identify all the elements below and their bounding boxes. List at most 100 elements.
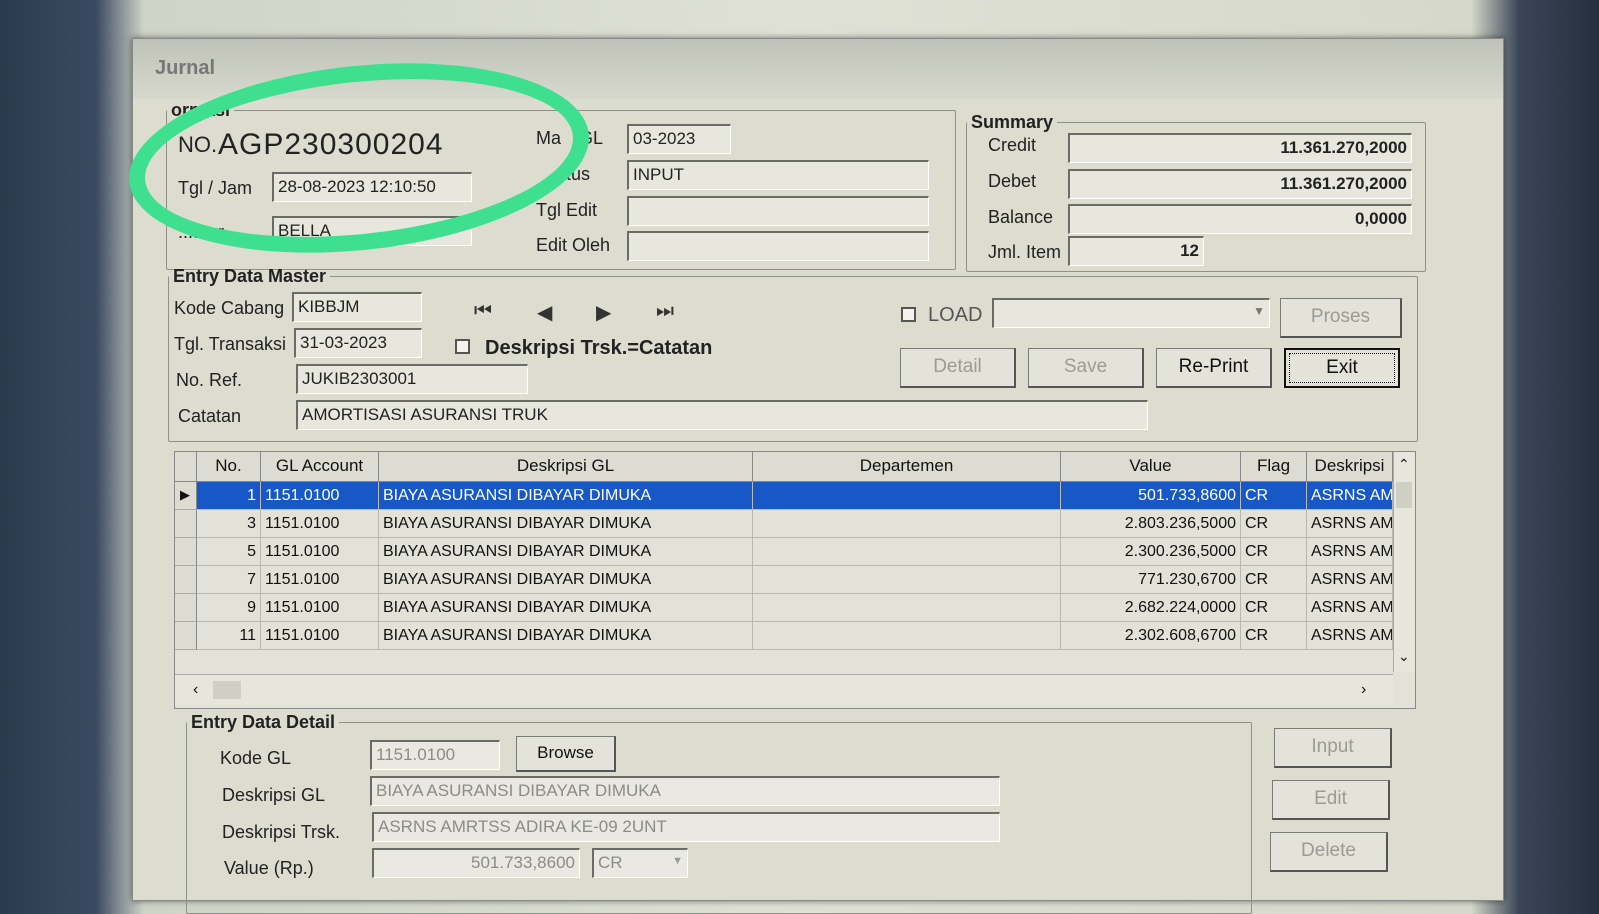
cell-flag[interactable]: CR (1241, 538, 1307, 566)
save-button[interactable]: Save (1028, 348, 1144, 388)
cell-no[interactable]: 5 (197, 538, 261, 566)
edit-button[interactable]: Edit (1272, 780, 1390, 820)
cell-no[interactable]: 9 (197, 594, 261, 622)
kode-cabang-field[interactable]: KIBBJM (292, 292, 422, 322)
exit-button[interactable]: Exit (1284, 348, 1400, 388)
col-header-no[interactable]: No. (197, 452, 261, 482)
next-record-icon[interactable]: ▶ (596, 300, 611, 325)
vertical-scrollbar[interactable]: ⌃ ⌄ (1393, 452, 1415, 672)
no-ref-field[interactable]: JUKIB2303001 (296, 364, 528, 394)
cell-value[interactable]: 2.300.236,5000 (1061, 538, 1241, 566)
cell-value[interactable]: 2.803.236,5000 (1061, 510, 1241, 538)
row-indicator[interactable]: ▶ (175, 482, 197, 510)
edit-oleh-field[interactable] (627, 231, 929, 261)
cell-deskripsi[interactable]: ASRNS AM (1307, 594, 1393, 622)
load-select[interactable]: ▼ (992, 298, 1270, 328)
first-record-icon[interactable]: ⏮ (474, 300, 492, 323)
scroll-down-icon[interactable]: ⌄ (1398, 648, 1410, 665)
cell-deskripsi[interactable]: ASRNS AM (1307, 538, 1393, 566)
cell-flag[interactable]: CR (1241, 622, 1307, 650)
tgl-transaksi-field[interactable]: 31-03-2023 (294, 328, 422, 358)
cell-gl[interactable]: 1151.0100 (261, 482, 379, 510)
row-indicator[interactable] (175, 594, 197, 622)
cell-value[interactable]: 2.302.608,6700 (1061, 622, 1241, 650)
table-row[interactable]: 11 1151.0100 BIAYA ASURANSI DIBAYAR DIMUKA… (175, 622, 1393, 650)
cell-desk[interactable]: BIAYA ASURANSI DIBAYAR DIMUKA (379, 538, 753, 566)
vertical-scroll-thumb[interactable] (1396, 482, 1412, 508)
cell-deskripsi[interactable]: ASRNS AM (1307, 482, 1393, 510)
debet-field[interactable]: 11.361.270,2000 (1068, 169, 1412, 199)
cell-value[interactable]: 501.733,8600 (1061, 482, 1241, 510)
input-button[interactable]: Input (1274, 728, 1392, 768)
cell-no[interactable]: 11 (197, 622, 261, 650)
cell-no[interactable]: 7 (197, 566, 261, 594)
cell-flag[interactable]: CR (1241, 594, 1307, 622)
load-checkbox[interactable] (901, 307, 916, 322)
cell-dept[interactable] (753, 594, 1061, 622)
row-indicator[interactable] (175, 566, 197, 594)
row-indicator[interactable] (175, 622, 197, 650)
col-header-deskripsi-gl[interactable]: Deskripsi GL (379, 452, 753, 482)
scroll-right-icon[interactable]: › (1361, 681, 1366, 699)
table-row[interactable]: 3 1151.0100 BIAYA ASURANSI DIBAYAR DIMUKA 2… (175, 510, 1393, 538)
cell-dept[interactable] (753, 566, 1061, 594)
deskripsi-catatan-checkbox[interactable] (455, 339, 470, 354)
catatan-field[interactable]: AMORTISASI ASURANSI TRUK (296, 400, 1148, 430)
cell-deskripsi[interactable]: ASRNS AM (1307, 510, 1393, 538)
col-header-flag[interactable]: Flag (1241, 452, 1307, 482)
col-header-gl-account[interactable]: GL Account (261, 452, 379, 482)
cell-dept[interactable] (753, 510, 1061, 538)
prev-record-icon[interactable]: ◀ (537, 300, 552, 325)
cell-no[interactable]: 3 (197, 510, 261, 538)
cell-desk[interactable]: BIAYA ASURANSI DIBAYAR DIMUKA (379, 622, 753, 650)
scroll-left-icon[interactable]: ‹ (193, 681, 198, 699)
reprint-button[interactable]: Re-Print (1156, 348, 1272, 388)
delete-button[interactable]: Delete (1270, 832, 1388, 872)
value-field[interactable]: 501.733,8600 (372, 848, 580, 878)
cell-flag[interactable]: CR (1241, 566, 1307, 594)
deskripsi-gl-field[interactable]: BIAYA ASURANSI DIBAYAR DIMUKA (370, 776, 1000, 806)
col-header-departemen[interactable]: Departemen (753, 452, 1061, 482)
masa-gl-field[interactable]: 03-2023 (627, 124, 731, 154)
deskripsi-trsk-field[interactable]: ASRNS AMRTSS ADIRA KE-09 2UNT (372, 812, 1000, 842)
table-row[interactable]: 9 1151.0100 BIAYA ASURANSI DIBAYAR DIMUKA 2… (175, 594, 1393, 622)
journal-grid[interactable]: No. GL Account Deskripsi GL Departemen V… (174, 451, 1416, 709)
status-field[interactable]: INPUT (627, 160, 929, 190)
scroll-up-icon[interactable]: ⌃ (1398, 456, 1410, 473)
cell-gl[interactable]: 1151.0100 (261, 566, 379, 594)
horizontal-scrollbar[interactable]: ‹ › (175, 674, 1393, 705)
cell-gl[interactable]: 1151.0100 (261, 622, 379, 650)
cell-gl[interactable]: 1151.0100 (261, 594, 379, 622)
table-row[interactable]: ▶ 1 1151.0100 BIAYA ASURANSI DIBAYAR DIMUKA… (175, 482, 1393, 510)
cell-desk[interactable]: BIAYA ASURANSI DIBAYAR DIMUKA (379, 566, 753, 594)
proses-button[interactable]: Proses (1280, 298, 1402, 338)
horizontal-scroll-thumb[interactable] (213, 681, 241, 699)
detail-button[interactable]: Detail (900, 348, 1016, 388)
tgl-edit-field[interactable] (627, 196, 929, 226)
flag-select[interactable]: CR ▼ (592, 848, 688, 878)
row-indicator[interactable] (175, 538, 197, 566)
browse-button[interactable]: Browse (516, 736, 616, 772)
cell-desk[interactable]: BIAYA ASURANSI DIBAYAR DIMUKA (379, 594, 753, 622)
row-indicator[interactable] (175, 510, 197, 538)
cell-no[interactable]: 1 (197, 482, 261, 510)
balance-field[interactable]: 0,0000 (1068, 204, 1412, 234)
cell-value[interactable]: 771.230,6700 (1061, 566, 1241, 594)
cell-dept[interactable] (753, 538, 1061, 566)
cell-desk[interactable]: BIAYA ASURANSI DIBAYAR DIMUKA (379, 510, 753, 538)
table-row[interactable]: 7 1151.0100 BIAYA ASURANSI DIBAYAR DIMUKA 7… (175, 566, 1393, 594)
cell-desk[interactable]: BIAYA ASURANSI DIBAYAR DIMUKA (379, 482, 753, 510)
cell-gl[interactable]: 1151.0100 (261, 538, 379, 566)
last-record-icon[interactable]: ⏭ (656, 300, 674, 323)
cell-gl[interactable]: 1151.0100 (261, 510, 379, 538)
col-header-deskripsi[interactable]: Deskripsi (1307, 452, 1393, 482)
cell-flag[interactable]: CR (1241, 482, 1307, 510)
cell-deskripsi[interactable]: ASRNS AM (1307, 566, 1393, 594)
cell-dept[interactable] (753, 482, 1061, 510)
cell-dept[interactable] (753, 622, 1061, 650)
col-header-value[interactable]: Value (1061, 452, 1241, 482)
cell-flag[interactable]: CR (1241, 510, 1307, 538)
cell-value[interactable]: 2.682.224,0000 (1061, 594, 1241, 622)
credit-field[interactable]: 11.361.270,2000 (1068, 133, 1412, 163)
kode-gl-field[interactable]: 1151.0100 (370, 740, 500, 770)
